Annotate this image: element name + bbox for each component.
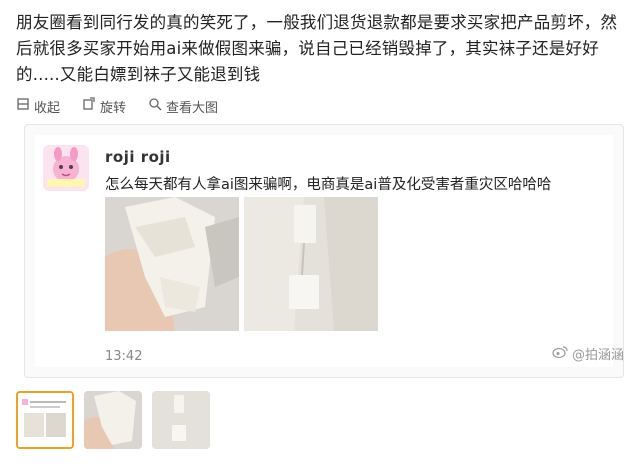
search-icon [148, 97, 162, 115]
username: roji roji [105, 148, 171, 166]
screenshot-image[interactable]: roji roji 怎么每天都有人拿ai图来骗啊，电商真是ai普及化受害者重灾区… [24, 124, 624, 378]
avatar [43, 145, 89, 191]
rotate-label: 旋转 [100, 100, 127, 116]
sock-photo-1[interactable] [105, 197, 239, 331]
chat-message: 怎么每天都有人拿ai图来骗啊，电商真是ai普及化受害者重灾区哈哈哈 [105, 177, 552, 193]
view-large-label: 查看大图 [166, 100, 219, 116]
image-toolbar: 收起 旋转 查看大图 [16, 95, 218, 117]
rotate-icon [82, 97, 96, 115]
collapse-button[interactable]: 收起 [16, 97, 60, 116]
rotate-button[interactable]: 旋转 [82, 97, 126, 116]
post-text: 朋友圈看到同行发的真的笑死了，一般我们退货退款都是要求买家把产品剪坏，然后就很多… [16, 13, 618, 84]
watermark-text: @拍涵涵 [571, 348, 624, 363]
collapse-label: 收起 [34, 100, 61, 116]
thumbnail-3[interactable] [152, 391, 210, 449]
thumbnail-strip [16, 391, 210, 449]
sock-photo-2[interactable] [244, 197, 378, 331]
view-large-button[interactable]: 查看大图 [148, 97, 218, 116]
watermark: @拍涵涵 [552, 344, 624, 363]
collapse-icon [16, 97, 30, 115]
thumbnail-1[interactable] [16, 391, 74, 449]
thumbnail-2[interactable] [84, 391, 142, 449]
weibo-icon [552, 345, 568, 363]
chat-message-card: roji roji 怎么每天都有人拿ai图来骗啊，电商真是ai普及化受害者重灾区… [35, 135, 613, 367]
message-time: 13:42 [105, 349, 143, 364]
